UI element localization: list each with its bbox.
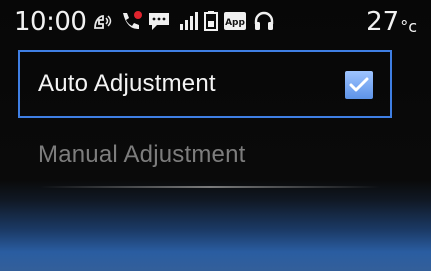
message-icon [147,10,171,32]
handsfree-phone-icon [92,10,114,32]
settings-screen: 10:00 App 27°c Auto Adjustment Manual Ad… [0,0,431,271]
headphones-icon [253,10,275,32]
menu-item-label: Manual Adjustment [38,141,246,168]
temperature-value: 27 [366,7,400,37]
menu-item-auto-adjustment[interactable]: Auto Adjustment [18,50,392,118]
menu-item-manual-adjustment[interactable]: Manual Adjustment [18,126,392,184]
temperature-unit: °c [400,17,417,36]
app-icon: App [223,10,247,32]
menu-divider [40,186,380,188]
status-bar: 10:00 App 27°c [0,0,431,44]
battery-icon [203,10,219,32]
app-badge-text: App [225,18,245,28]
checkmark-icon [349,77,369,92]
clock: 10:00 [14,7,87,37]
auto-adjustment-checkbox[interactable] [345,71,373,99]
signal-strength-icon [178,10,200,32]
phone-call-icon [119,10,143,32]
menu-item-label: Auto Adjustment [38,70,216,97]
outside-temperature: 27°c [366,8,417,39]
